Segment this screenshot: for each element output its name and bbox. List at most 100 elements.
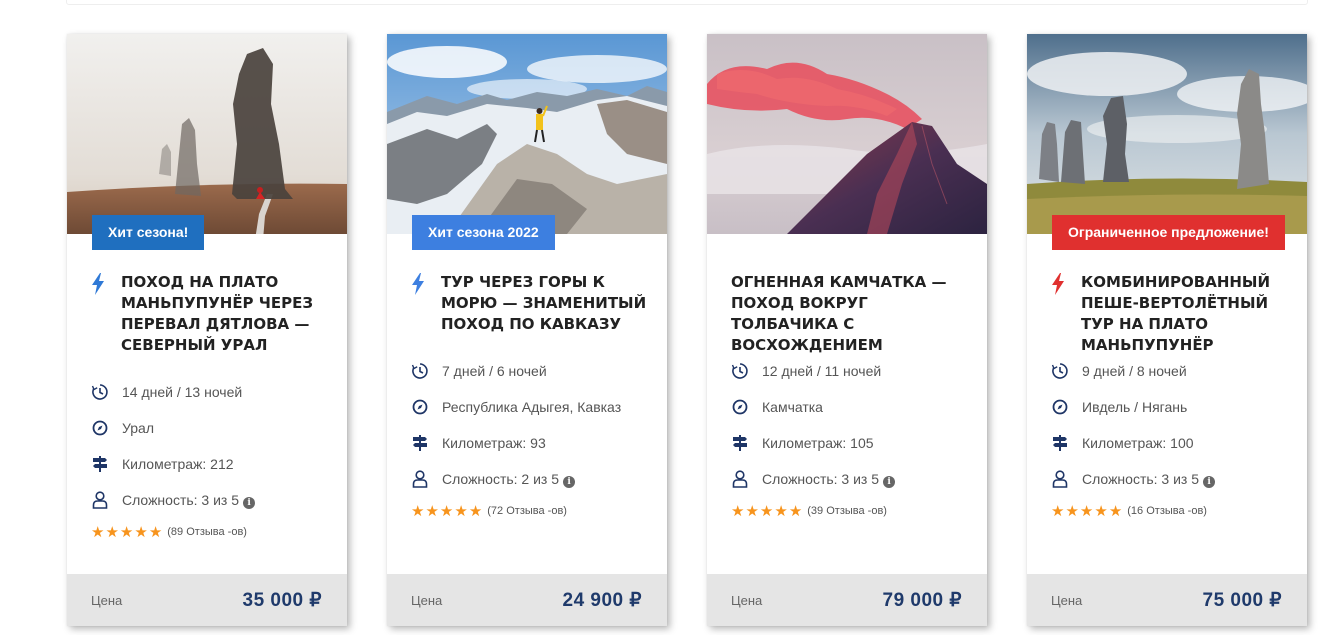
price-value: 35 000 ₽: [242, 589, 322, 611]
mileage-row: Километраж: 105: [731, 425, 981, 461]
star-icon: ★: [731, 501, 745, 520]
signpost-icon: [1051, 433, 1069, 453]
star-icon: ★: [1051, 501, 1065, 520]
tour-image-manpupuner-pillars[interactable]: [1027, 34, 1307, 234]
location-text: Ивдель / Нягань: [1082, 399, 1188, 415]
tour-card[interactable]: Ограниченное предложение! Комбинированны…: [1027, 34, 1307, 626]
mileage-text: Километраж: 212: [122, 456, 234, 472]
price-label: Цена: [91, 592, 123, 608]
lightning-icon: [1052, 273, 1064, 295]
tour-title-block: Комбинированный пеше-вертолётный тур на …: [1051, 272, 1291, 356]
star-icon: ★: [454, 501, 468, 520]
season-hit-badge: Хит сезона 2022: [412, 215, 555, 250]
rating-stars: ★ ★ ★ ★ ★ (39 Отзыва -ов): [731, 501, 981, 521]
compass-icon: [1051, 397, 1069, 417]
duration-text: 7 дней / 6 ночей: [442, 363, 547, 379]
star-icon: ★: [105, 522, 119, 541]
star-icon: ★: [745, 501, 759, 520]
top-panel-edge: [66, 0, 1308, 5]
tour-title-link[interactable]: Поход на плато Маньпупунёр через перевал…: [121, 272, 331, 356]
star-icon: ★: [788, 501, 803, 520]
mileage-text: Километраж: 100: [1082, 435, 1194, 451]
user-icon: [411, 469, 429, 489]
difficulty-row: Сложность: 3 из 5i: [1051, 461, 1301, 497]
signpost-icon: [91, 454, 109, 474]
difficulty-text: Сложность: 2 из 5: [442, 470, 560, 487]
tour-title-link[interactable]: Тур через горы к морю — знаменитый поход…: [441, 272, 651, 335]
difficulty-row: Сложность: 2 из 5i: [411, 461, 661, 497]
duration-row: 9 дней / 8 ночей: [1051, 353, 1301, 389]
lightning-icon: [92, 273, 104, 295]
star-icon: ★: [1094, 501, 1108, 520]
tour-title-block: Тур через горы к морю — знаменитый поход…: [411, 272, 651, 335]
rating-stars: ★ ★ ★ ★ ★ (16 Отзыва -ов): [1051, 501, 1301, 521]
star-icon: ★: [425, 501, 439, 520]
location-row: Республика Адыгея, Кавказ: [411, 389, 661, 425]
difficulty-row: Сложность: 3 из 5i: [731, 461, 981, 497]
star-icon: ★: [759, 501, 774, 520]
rating-stars: ★ ★ ★ ★ ★ (72 Отзыва -ов): [411, 501, 661, 521]
star-icon: ★: [1108, 501, 1123, 520]
price-label: Цена: [731, 592, 763, 608]
star-icon: ★: [134, 522, 148, 541]
price-value: 75 000 ₽: [1202, 589, 1282, 611]
clock-icon: [1051, 361, 1069, 381]
info-icon[interactable]: i: [1203, 475, 1216, 488]
tour-card[interactable]: Хит сезона 2022 Тур через горы к морю — …: [387, 34, 667, 626]
difficulty-text: Сложность: 3 из 5: [1082, 470, 1200, 487]
mileage-row: Километраж: 212: [91, 446, 341, 482]
star-icon: ★: [148, 522, 163, 541]
tour-info-list: 9 дней / 8 ночей Ивдель / Нягань Километ…: [1051, 353, 1301, 521]
star-icon: ★: [119, 522, 134, 541]
info-icon[interactable]: i: [563, 475, 576, 488]
tour-image-kamchatka-volcano[interactable]: [707, 34, 987, 234]
star-icon: ★: [439, 501, 454, 520]
location-text: Урал: [122, 420, 155, 436]
price-value: 24 900 ₽: [562, 589, 642, 611]
compass-icon: [731, 397, 749, 417]
star-icon: ★: [774, 501, 788, 520]
duration-text: 9 дней / 8 ночей: [1082, 363, 1187, 379]
mileage-row: Километраж: 100: [1051, 425, 1301, 461]
clock-icon: [91, 382, 109, 402]
signpost-icon: [731, 433, 749, 453]
price-bar: Цена 79 000 ₽: [707, 574, 987, 626]
tour-image-caucasus-mountains[interactable]: [387, 34, 667, 234]
reviews-count[interactable]: (39 Отзыва -ов): [807, 505, 887, 517]
tour-card[interactable]: Огненная Камчатка — поход вокруг Толбачи…: [707, 34, 987, 626]
info-icon[interactable]: i: [883, 475, 896, 488]
star-icon: ★: [1065, 501, 1079, 520]
difficulty-text: Сложность: 3 из 5: [122, 491, 240, 508]
location-row: Камчатка: [731, 389, 981, 425]
tour-card[interactable]: Хит сезона! Поход на плато Маньпупунёр ч…: [67, 34, 347, 626]
lightning-icon: [412, 273, 424, 295]
duration-row: 12 дней / 11 ночей: [731, 353, 981, 389]
compass-icon: [91, 418, 109, 438]
mileage-text: Километраж: 93: [442, 435, 546, 451]
tour-title-block: Огненная Камчатка — поход вокруг Толбачи…: [731, 272, 971, 356]
rating-stars: ★ ★ ★ ★ ★ (89 Отзыва -ов): [91, 522, 341, 542]
reviews-count[interactable]: (72 Отзыва -ов): [487, 505, 567, 517]
tour-title-link[interactable]: Огненная Камчатка — поход вокруг Толбачи…: [731, 272, 971, 356]
price-label: Цена: [1051, 592, 1083, 608]
star-icon: ★: [1079, 501, 1094, 520]
star-icon: ★: [91, 522, 105, 541]
reviews-count[interactable]: (89 Отзыва -ов): [167, 526, 247, 538]
clock-icon: [731, 361, 749, 381]
price-bar: Цена 75 000 ₽: [1027, 574, 1307, 626]
tour-image-manpupuner-fog[interactable]: [67, 34, 347, 234]
duration-row: 14 дней / 13 ночей: [91, 374, 341, 410]
user-icon: [731, 469, 749, 489]
price-bar: Цена 35 000 ₽: [67, 574, 347, 626]
tour-title-block: Поход на плато Маньпупунёр через перевал…: [91, 272, 331, 356]
season-hit-badge: Хит сезона!: [92, 215, 205, 250]
user-icon: [1051, 469, 1069, 489]
star-icon: ★: [411, 501, 425, 520]
difficulty-row: Сложность: 3 из 5i: [91, 482, 341, 518]
tour-info-list: 12 дней / 11 ночей Камчатка Километраж: …: [731, 353, 981, 521]
reviews-count[interactable]: (16 Отзыва -ов): [1127, 505, 1207, 517]
tour-title-link[interactable]: Комбинированный пеше-вертолётный тур на …: [1081, 272, 1291, 356]
info-icon[interactable]: i: [243, 496, 256, 509]
duration-row: 7 дней / 6 ночей: [411, 353, 661, 389]
price-label: Цена: [411, 592, 443, 608]
